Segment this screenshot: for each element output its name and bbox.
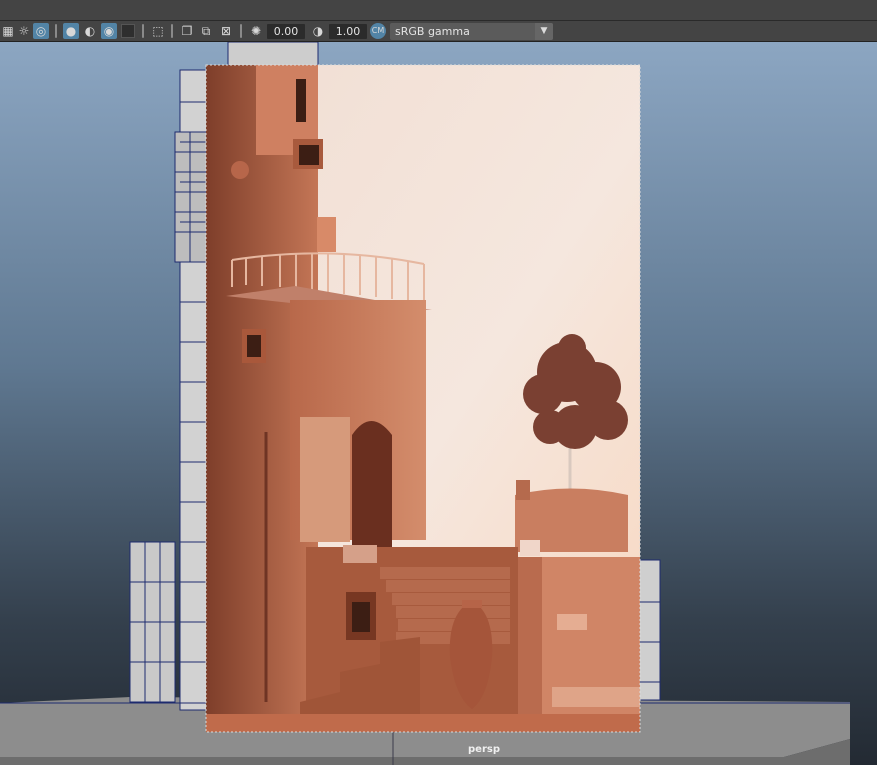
small-jug (516, 480, 530, 500)
target-icon[interactable]: ◉ (101, 23, 117, 39)
archway (352, 421, 392, 547)
brick-panel (300, 417, 350, 542)
ornament (231, 161, 249, 179)
gamma-field[interactable]: 1.00 (329, 24, 367, 39)
light-icon[interactable]: ☼ (16, 23, 32, 39)
checker-icon[interactable]: ▦ (0, 23, 16, 39)
lasso-icon[interactable]: ◎ (33, 23, 49, 39)
toolbar-separator (171, 24, 173, 38)
shaded-sphere-icon[interactable]: ● (63, 23, 79, 39)
tower-window (296, 79, 306, 122)
color-space-dropdown[interactable]: sRGB gamma ▼ (390, 23, 553, 40)
toolbar-separator (55, 24, 57, 38)
tower-window (299, 145, 319, 165)
smooth-sphere-icon[interactable]: ◐ (82, 23, 98, 39)
select-arrow-icon[interactable]: ⬚ (150, 23, 166, 39)
side-window (247, 335, 261, 357)
viewport-toolbar: ▦ ☼ ◎ ● ◐ ◉ ⬚ ❐ ⧉ ⊠ ✺ 0.00 ◑ 1.00 CM sRG… (0, 21, 877, 42)
overlap-icon[interactable]: ⧉ (198, 23, 214, 39)
toolbar-separator (240, 24, 242, 38)
aperture-icon[interactable]: ✺ (248, 23, 264, 39)
color-manage-icon[interactable]: CM (370, 23, 386, 39)
brick-row (552, 687, 640, 707)
render-region (205, 64, 641, 733)
exposure-field[interactable]: 0.00 (267, 24, 305, 39)
scene-canvas (0, 42, 850, 765)
color-space-value: sRGB gamma (395, 25, 470, 38)
crate (520, 540, 540, 556)
half-circle-icon[interactable]: ◑ (310, 23, 326, 39)
lower-window (352, 602, 370, 632)
copy-icon[interactable]: ❐ (179, 23, 195, 39)
render-floor (206, 714, 640, 732)
dark-swatch-icon[interactable] (120, 23, 136, 39)
menu-strip (0, 0, 877, 21)
camera-label: persp (468, 744, 500, 755)
viewport-3d[interactable]: persp (0, 42, 877, 765)
toolbar-separator (142, 24, 144, 38)
crate (343, 545, 377, 563)
chevron-down-icon[interactable]: ▼ (535, 23, 553, 40)
resize-icon[interactable]: ⊠ (218, 23, 234, 39)
